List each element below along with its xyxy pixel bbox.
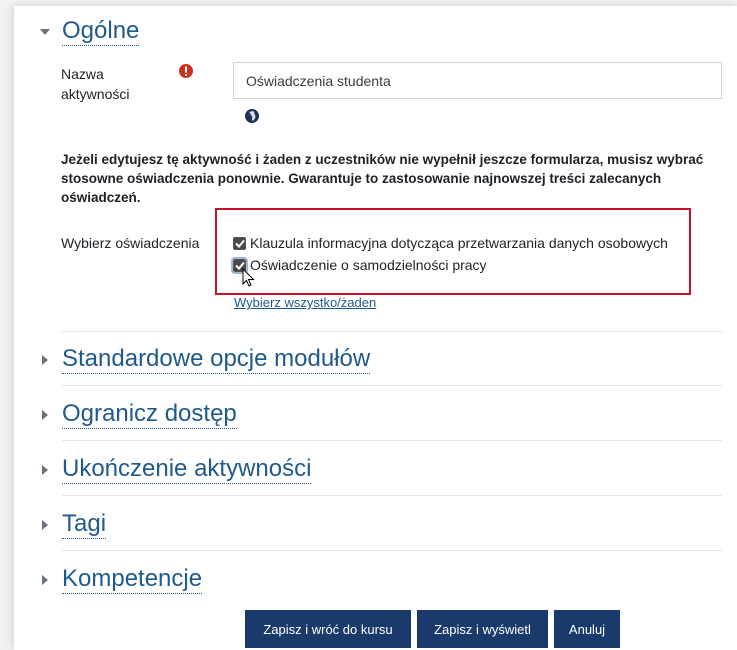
section-standard-header[interactable]: Standardowe opcje modułów xyxy=(38,346,371,374)
name-input[interactable] xyxy=(233,62,722,99)
cancel-button[interactable]: Anuluj xyxy=(554,610,620,648)
divider xyxy=(62,385,722,386)
select-all-link[interactable]: Wybierz wszystko/żaden xyxy=(234,295,376,310)
section-restrict-header[interactable]: Ogranicz dostęp xyxy=(38,401,237,429)
option-row[interactable]: Oświadczenie o samodzielności pracy xyxy=(231,256,487,274)
option-row[interactable]: Klauzula informacyjna dotycząca przetwar… xyxy=(233,235,668,251)
section-restrict-title[interactable]: Ogranicz dostęp xyxy=(62,401,237,429)
divider xyxy=(62,440,722,441)
form-panel: Ogólne Nazwa aktywności Jeżeli edytujesz… xyxy=(14,6,737,650)
choose-label: Wybierz oświadczenia xyxy=(61,235,200,251)
chevron-right-icon[interactable] xyxy=(38,463,52,477)
divider xyxy=(62,331,722,332)
globe-icon[interactable] xyxy=(244,108,260,124)
chevron-right-icon[interactable] xyxy=(38,408,52,422)
mouse-cursor-icon xyxy=(242,267,256,288)
option-label: Klauzula informacyjna dotycząca przetwar… xyxy=(250,235,668,251)
divider xyxy=(62,550,722,551)
chevron-right-icon[interactable] xyxy=(38,353,52,367)
section-competencies-header[interactable]: Kompetencje xyxy=(38,566,203,594)
option-label: Oświadczenie o samodzielności pracy xyxy=(250,257,487,273)
notice-text: Jeżeli edytujesz tę aktywność i żaden z … xyxy=(61,152,704,205)
section-tags-title[interactable]: Tagi xyxy=(62,511,107,539)
divider xyxy=(62,495,722,496)
chevron-right-icon[interactable] xyxy=(38,518,52,532)
chevron-right-icon[interactable] xyxy=(38,573,52,587)
section-competencies-title[interactable]: Kompetencje xyxy=(62,566,203,594)
section-tags-header[interactable]: Tagi xyxy=(38,511,107,539)
save-display-button[interactable]: Zapisz i wyświetl xyxy=(417,610,548,648)
section-completion-header[interactable]: Ukończenie aktywności xyxy=(38,456,312,484)
name-label: Nazwa aktywności xyxy=(61,66,130,102)
section-standard-title[interactable]: Standardowe opcje modułów xyxy=(62,346,371,374)
section-general-header[interactable]: Ogólne xyxy=(38,18,140,46)
required-icon xyxy=(178,63,194,79)
section-completion-title[interactable]: Ukończenie aktywności xyxy=(62,456,312,484)
chevron-down-icon[interactable] xyxy=(38,25,52,39)
section-general-title[interactable]: Ogólne xyxy=(62,18,140,46)
save-return-button[interactable]: Zapisz i wróć do kursu xyxy=(245,610,411,648)
checkbox-clause[interactable] xyxy=(233,236,246,250)
highlight-box xyxy=(215,208,691,295)
